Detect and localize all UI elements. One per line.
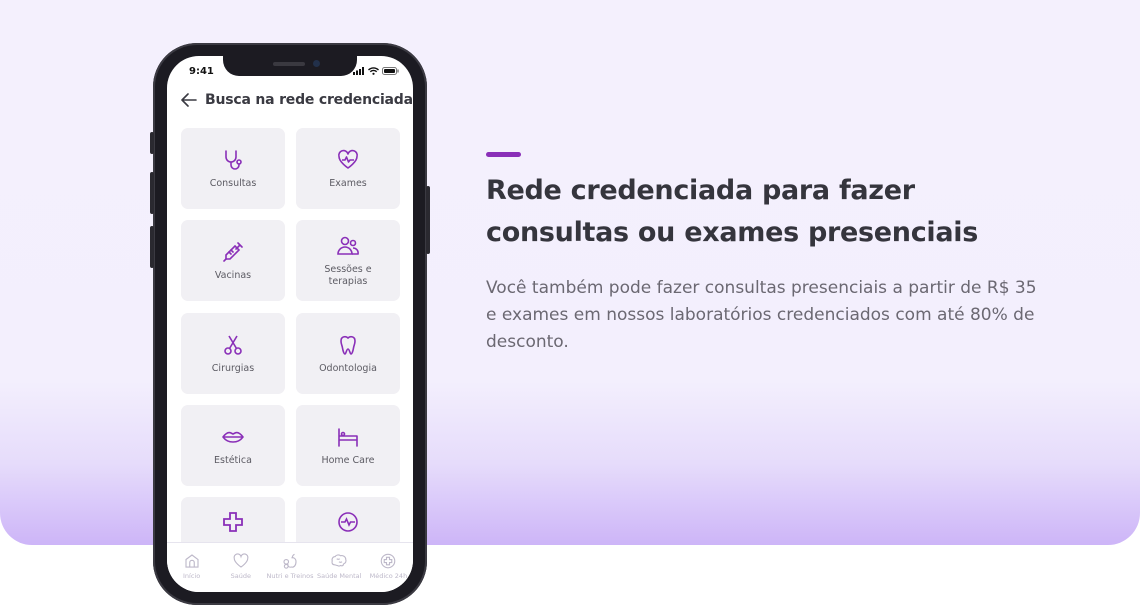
- tile-label: Sessões e terapias: [324, 263, 372, 287]
- nav-label: Saúde Mental: [316, 572, 362, 580]
- nav-label: Saúde: [230, 572, 251, 580]
- people-icon: [337, 236, 359, 255]
- nav-label: Início: [183, 572, 201, 580]
- nav-medico-24h[interactable]: Médico 24h: [364, 552, 413, 592]
- battery-icon: [382, 67, 399, 75]
- arrow-left-icon[interactable]: [181, 93, 197, 107]
- tile-home-care[interactable]: Home Care: [296, 405, 400, 486]
- brain-icon: [331, 554, 347, 567]
- apple-dumbbell-icon: [283, 553, 297, 569]
- tile-odontologia[interactable]: Odontologia: [296, 313, 400, 394]
- nav-label: Nutri e Treinos: [266, 572, 314, 580]
- home-icon: [185, 554, 199, 568]
- tile-label: Home Care: [321, 454, 375, 466]
- tile-label: Odontologia: [319, 362, 377, 374]
- lips-icon: [222, 431, 244, 443]
- status-time: 9:41: [189, 66, 214, 77]
- phone-volume-down-button: [150, 226, 154, 268]
- screen-header: Busca na rede credenciada: [181, 92, 413, 108]
- hero-description: Você também pode fazer consultas presenc…: [486, 278, 1037, 352]
- tile-vacinas[interactable]: Vacinas: [181, 220, 285, 301]
- screen-title: Busca na rede credenciada: [205, 92, 413, 108]
- heart-pulse-icon: [338, 149, 358, 169]
- status-icons: [353, 67, 399, 75]
- tile-label: Vacinas: [214, 269, 252, 281]
- heart-icon: [233, 553, 249, 568]
- phone-screen: 9:41 Busca na rede credenciada Consultas…: [167, 56, 413, 592]
- nav-label: Médico 24h: [369, 572, 408, 580]
- speaker: [273, 62, 305, 66]
- nav-nutri-treinos[interactable]: Nutri e Treinos: [265, 552, 314, 592]
- plus-circle-icon: [381, 553, 396, 569]
- wifi-icon: [368, 67, 379, 75]
- phone-power-button: [426, 186, 430, 254]
- tile-label: Estética: [214, 454, 252, 466]
- nav-saude-mental[interactable]: Saúde Mental: [315, 552, 364, 592]
- camera: [313, 60, 320, 67]
- nav-saude[interactable]: Saúde: [216, 552, 265, 592]
- phone-mute-button: [150, 132, 154, 154]
- scissors-icon: [224, 335, 242, 355]
- accent-bar: [486, 152, 521, 157]
- hero-headline: Rede credenciada para fazer consultas ou…: [486, 170, 1046, 254]
- tile-estetica[interactable]: Estética: [181, 405, 285, 486]
- pulse-circle-icon: [338, 512, 358, 532]
- headline-line-1: Rede credenciada para fazer: [486, 175, 915, 206]
- phone-volume-up-button: [150, 172, 154, 214]
- bottom-nav: Início Saúde Nutri e Treinos Saúde Menta…: [167, 542, 413, 592]
- tile-label: Consultas: [209, 177, 257, 189]
- tile-exames[interactable]: Exames: [296, 128, 400, 209]
- syringe-icon: [223, 241, 243, 262]
- bed-icon: [338, 427, 358, 447]
- stethoscope-icon: [225, 149, 242, 170]
- signal-icon: [353, 67, 364, 75]
- tile-cirurgias[interactable]: Cirurgias: [181, 313, 285, 394]
- tile-sessoes-terapias[interactable]: Sessões e terapias: [296, 220, 400, 301]
- plus-cross-icon: [223, 512, 243, 532]
- tile-consultas[interactable]: Consultas: [181, 128, 285, 209]
- tooth-icon: [340, 335, 356, 355]
- phone-notch: [223, 56, 357, 76]
- headline-line-2: consultas ou exames presenciais: [486, 217, 979, 248]
- tile-label: Cirurgias: [211, 362, 255, 374]
- nav-inicio[interactable]: Início: [167, 552, 216, 592]
- tile-label: Exames: [329, 177, 367, 189]
